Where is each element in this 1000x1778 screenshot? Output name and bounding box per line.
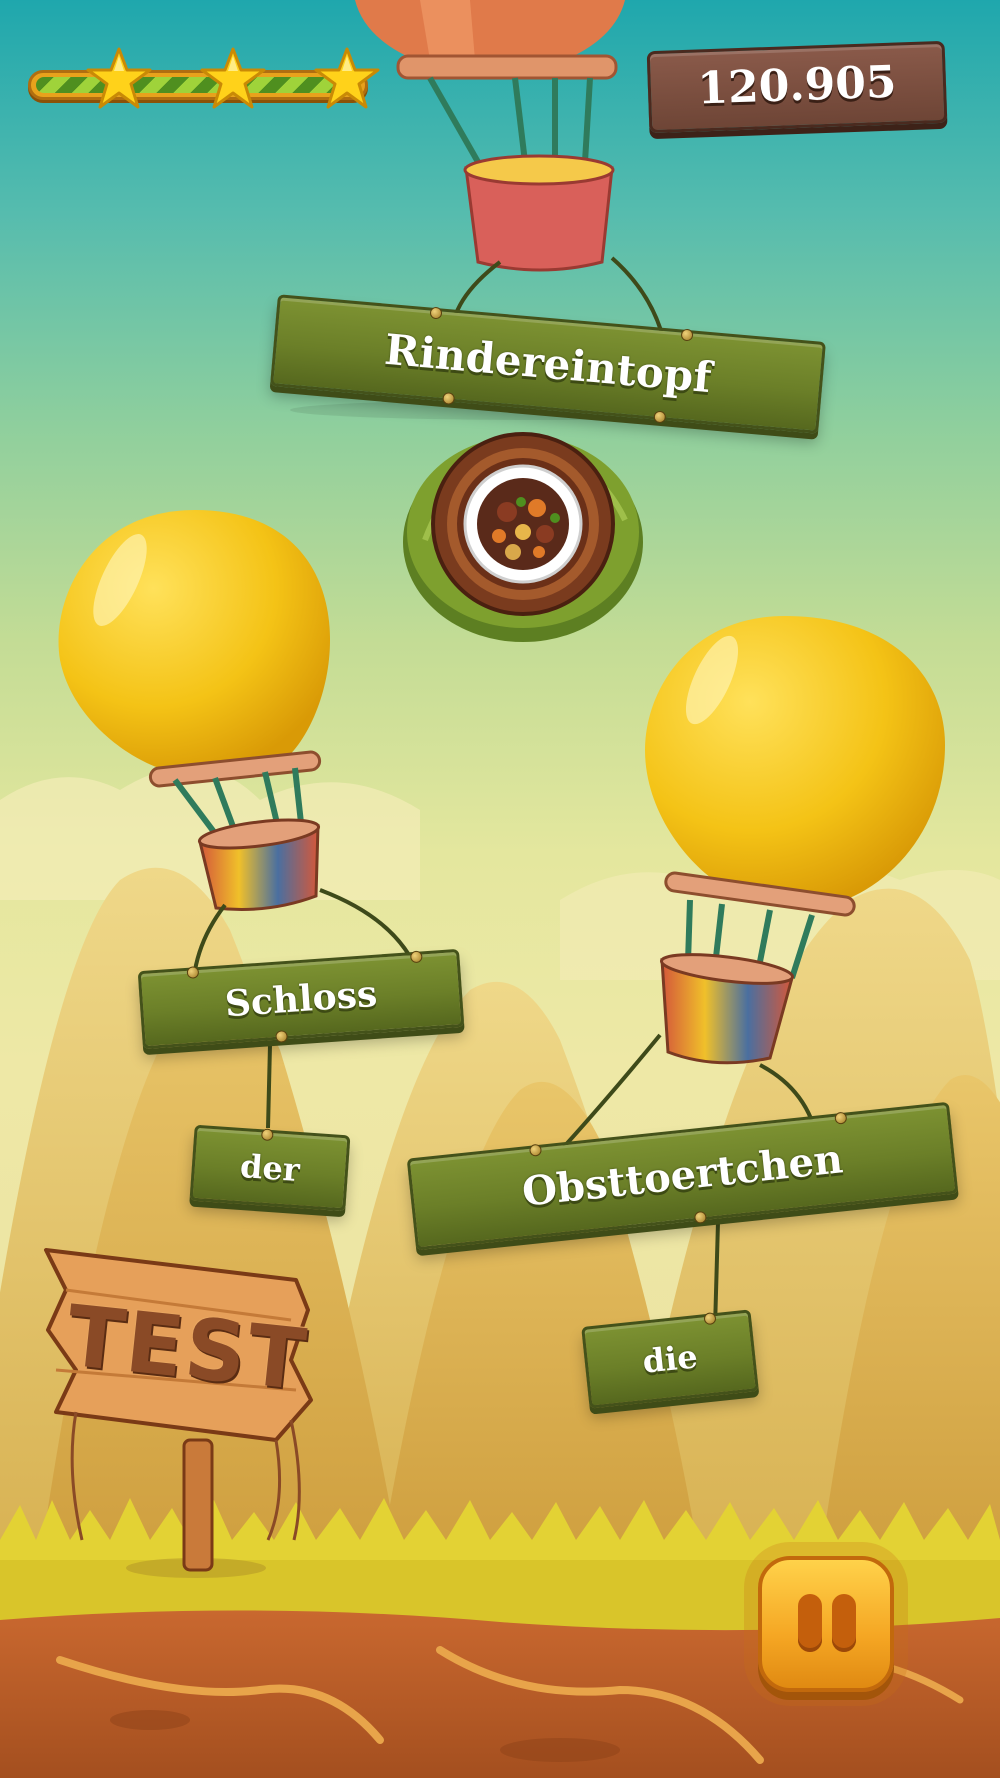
- word-plank-der[interactable]: der: [189, 1124, 351, 1212]
- nail-icon: [834, 1111, 848, 1125]
- score-display: 120.905: [646, 40, 948, 134]
- nail-icon: [703, 1312, 717, 1326]
- nail-icon: [528, 1143, 543, 1157]
- nail-icon: [260, 1128, 274, 1142]
- star-1-icon: [86, 47, 152, 109]
- target-dish-label: Rindereintopf: [382, 324, 714, 403]
- game-scene: 120.905 Rindereintopf Schloss der Obstto…: [0, 0, 1000, 1778]
- nail-icon: [680, 328, 694, 342]
- level-progress-fill: [36, 77, 360, 93]
- star-3-icon: [314, 47, 380, 109]
- star-2-icon: [200, 47, 266, 109]
- word-plank-label: der: [238, 1146, 302, 1190]
- word-plank-label: Schloss: [223, 972, 379, 1026]
- stew-bowl-icon[interactable]: [395, 420, 660, 650]
- nail-icon: [429, 306, 443, 320]
- word-plank-label: die: [640, 1337, 700, 1381]
- word-plank-label: Obsttoertchen: [519, 1135, 845, 1216]
- nail-icon: [186, 966, 200, 979]
- pause-button[interactable]: [758, 1556, 894, 1692]
- nail-icon: [409, 950, 423, 964]
